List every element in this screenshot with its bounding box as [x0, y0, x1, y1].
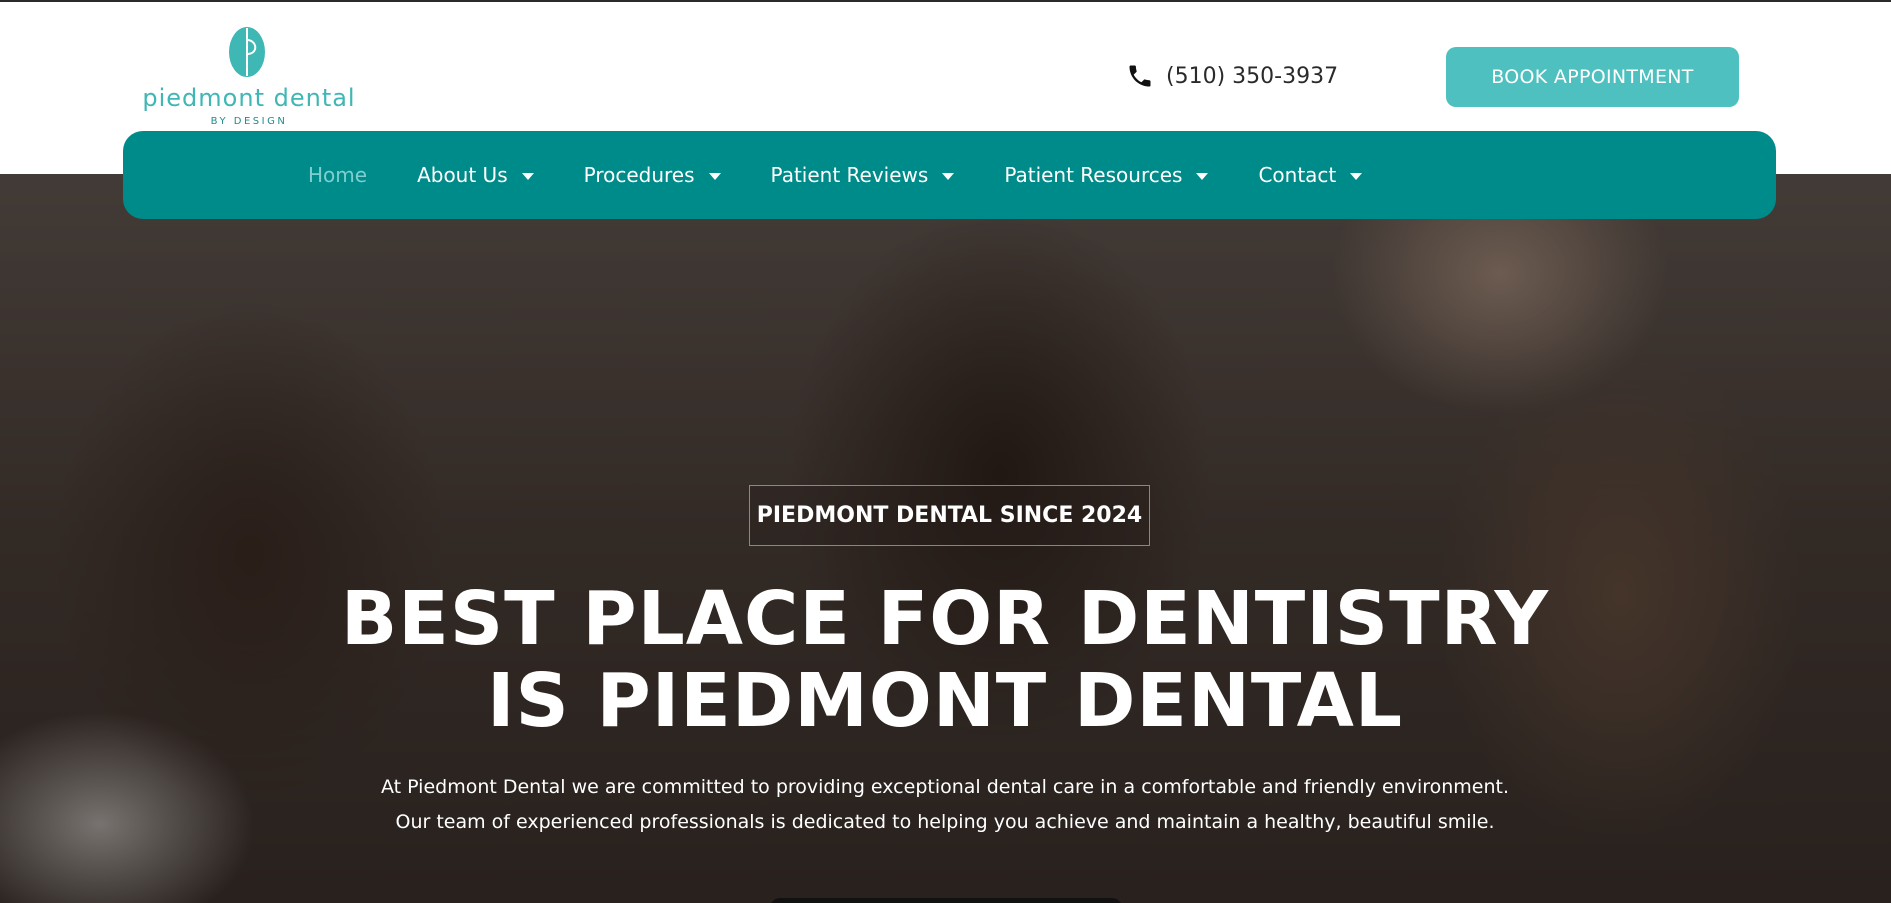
tooth-leaf-icon — [229, 27, 265, 77]
nav-item-home[interactable]: Home — [308, 163, 367, 187]
nav-item-procedures[interactable]: Procedures — [584, 163, 721, 187]
book-appointment-button[interactable]: BOOK APPOINTMENT — [1446, 47, 1739, 107]
chevron-down-icon — [521, 172, 534, 180]
logo-name: piedmont dental — [142, 84, 356, 112]
hero-badge: PIEDMONT DENTAL SINCE 2024 — [749, 485, 1150, 546]
nav-item-contact[interactable]: Contact — [1258, 163, 1363, 187]
main-nav: Home About Us Procedures Patient Reviews… — [123, 131, 1776, 219]
logo-tagline: BY DESIGN — [210, 116, 288, 127]
chevron-down-icon — [942, 172, 955, 180]
nav-label: Patient Resources — [1004, 163, 1183, 187]
nav-item-about-us[interactable]: About Us — [417, 163, 534, 187]
phone-link[interactable]: (510) 350-3937 — [1126, 60, 1338, 92]
chevron-down-icon — [1350, 172, 1363, 180]
hero-headline: BEST PLACE FOR DENTISTRY IS PIEDMONT DEN… — [300, 578, 1590, 742]
nav-item-patient-reviews[interactable]: Patient Reviews — [771, 163, 955, 187]
chevron-down-icon — [708, 172, 721, 180]
hero-cta-button[interactable] — [770, 898, 1122, 903]
phone-number: (510) 350-3937 — [1166, 63, 1339, 89]
hero-intro: At Piedmont Dental we are committed to p… — [380, 776, 1510, 833]
nav-item-patient-resources[interactable]: Patient Resources — [1004, 163, 1209, 187]
nav-label: Procedures — [583, 163, 695, 187]
logo[interactable]: piedmont dental BY DESIGN — [134, 26, 364, 130]
phone-icon — [1129, 65, 1151, 87]
headline-line-1: BEST PLACE FOR DENTISTRY — [340, 576, 1550, 662]
nav-label: Home — [308, 163, 368, 187]
nav-label: About Us — [417, 163, 508, 187]
chevron-down-icon — [1196, 172, 1209, 180]
nav-label: Contact — [1258, 163, 1337, 187]
nav-label: Patient Reviews — [770, 163, 929, 187]
headline-line-2: IS PIEDMONT DENTAL — [486, 658, 1404, 744]
